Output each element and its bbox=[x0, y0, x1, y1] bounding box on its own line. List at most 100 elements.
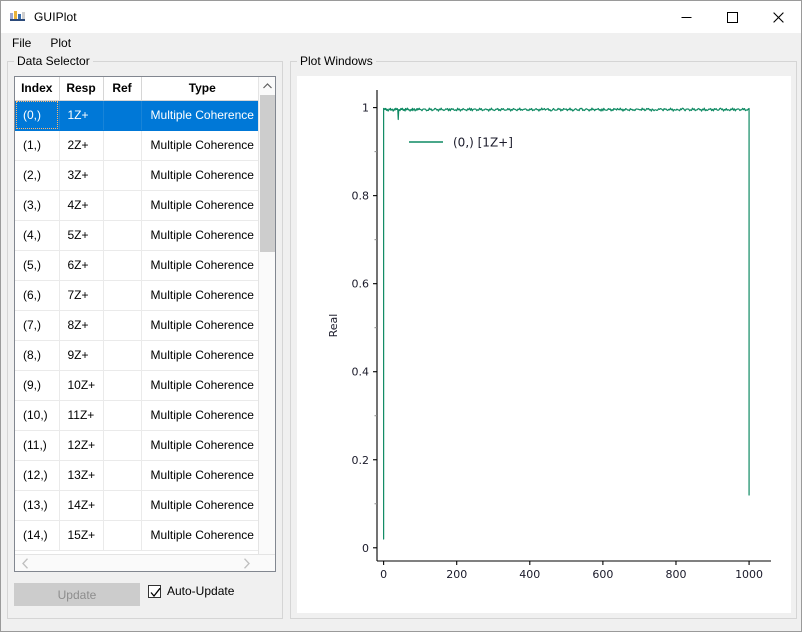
table-header-row: Index Resp Ref Type bbox=[15, 77, 263, 100]
table-vertical-scrollbar[interactable] bbox=[258, 77, 275, 571]
cell-ref[interactable] bbox=[103, 190, 141, 220]
column-header-ref[interactable]: Ref bbox=[103, 77, 141, 100]
cell-type[interactable]: Multiple Coherence bbox=[141, 340, 263, 370]
cell-resp[interactable]: 1Z+ bbox=[59, 100, 103, 130]
maximize-button[interactable] bbox=[709, 1, 755, 33]
cell-index[interactable]: (7,) bbox=[15, 310, 59, 340]
cell-resp[interactable]: 15Z+ bbox=[59, 520, 103, 550]
table-row[interactable]: (7,)8Z+ Multiple Coherence bbox=[15, 310, 263, 340]
cell-index[interactable]: (12,) bbox=[15, 460, 59, 490]
auto-update-checkbox[interactable] bbox=[148, 585, 161, 598]
cell-index[interactable]: (6,) bbox=[15, 280, 59, 310]
cell-resp[interactable]: 4Z+ bbox=[59, 190, 103, 220]
cell-ref[interactable] bbox=[103, 310, 141, 340]
cell-resp[interactable]: 2Z+ bbox=[59, 130, 103, 160]
table-row[interactable]: (4,)5Z+ Multiple Coherence bbox=[15, 220, 263, 250]
cell-index[interactable]: (5,) bbox=[15, 250, 59, 280]
column-header-index[interactable]: Index bbox=[15, 77, 59, 100]
cell-ref[interactable] bbox=[103, 430, 141, 460]
menu-item-file[interactable]: File bbox=[4, 34, 39, 52]
table-row[interactable]: (14,)15Z+ Multiple Coherence bbox=[15, 520, 263, 550]
cell-type[interactable]: Multiple Coherence bbox=[141, 130, 263, 160]
cell-resp[interactable]: 11Z+ bbox=[59, 400, 103, 430]
cell-ref[interactable] bbox=[103, 490, 141, 520]
cell-index[interactable]: (4,) bbox=[15, 220, 59, 250]
column-header-resp[interactable]: Resp bbox=[59, 77, 103, 100]
cell-ref[interactable] bbox=[103, 460, 141, 490]
menu-item-plot[interactable]: Plot bbox=[42, 34, 79, 52]
table-row[interactable]: (3,)4Z+ Multiple Coherence bbox=[15, 190, 263, 220]
cell-index[interactable]: (3,) bbox=[15, 190, 59, 220]
cell-index[interactable]: (10,) bbox=[15, 400, 59, 430]
cell-type[interactable]: Multiple Coherence bbox=[141, 370, 263, 400]
table-row[interactable]: (5,)6Z+ Multiple Coherence bbox=[15, 250, 263, 280]
table-row[interactable]: (8,)9Z+ Multiple Coherence bbox=[15, 340, 263, 370]
cell-ref[interactable] bbox=[103, 520, 141, 550]
cell-index[interactable]: (9,) bbox=[15, 370, 59, 400]
cell-type[interactable]: Multiple Coherence bbox=[141, 490, 263, 520]
data-selector-table: Index Resp Ref Type (0,)1Z+ Multiple Cohe… bbox=[15, 77, 263, 551]
cell-type[interactable]: Multiple Coherence bbox=[141, 520, 263, 550]
cell-index[interactable]: (2,) bbox=[15, 160, 59, 190]
cell-type[interactable]: Multiple Coherence bbox=[141, 220, 263, 250]
cell-ref[interactable] bbox=[103, 280, 141, 310]
table-row[interactable]: (6,)7Z+ Multiple Coherence bbox=[15, 280, 263, 310]
update-button[interactable]: Update bbox=[14, 583, 140, 606]
cell-ref[interactable] bbox=[103, 250, 141, 280]
minimize-button[interactable] bbox=[663, 1, 709, 33]
cell-type[interactable]: Multiple Coherence bbox=[141, 430, 263, 460]
cell-type[interactable]: Multiple Coherence bbox=[141, 100, 263, 130]
table-horizontal-scrollbar[interactable] bbox=[15, 554, 275, 571]
cell-resp[interactable]: 3Z+ bbox=[59, 160, 103, 190]
cell-resp[interactable]: 13Z+ bbox=[59, 460, 103, 490]
cell-type[interactable]: Multiple Coherence bbox=[141, 280, 263, 310]
cell-ref[interactable] bbox=[103, 370, 141, 400]
close-button[interactable] bbox=[755, 1, 801, 33]
x-tick-label: 400 bbox=[519, 568, 540, 581]
cell-resp[interactable]: 12Z+ bbox=[59, 430, 103, 460]
cell-resp[interactable]: 6Z+ bbox=[59, 250, 103, 280]
cell-resp[interactable]: 10Z+ bbox=[59, 370, 103, 400]
scroll-right-icon[interactable] bbox=[238, 555, 255, 572]
cell-ref[interactable] bbox=[103, 340, 141, 370]
cell-ref[interactable] bbox=[103, 160, 141, 190]
cell-ref[interactable] bbox=[103, 100, 141, 130]
cell-resp[interactable]: 14Z+ bbox=[59, 490, 103, 520]
table-row[interactable]: (13,)14Z+ Multiple Coherence bbox=[15, 490, 263, 520]
cell-index[interactable]: (14,) bbox=[15, 520, 59, 550]
cell-index[interactable]: (13,) bbox=[15, 490, 59, 520]
cell-index[interactable]: (8,) bbox=[15, 340, 59, 370]
table-row[interactable]: (9,)10Z+ Multiple Coherence bbox=[15, 370, 263, 400]
y-tick-label: 0.2 bbox=[352, 454, 370, 467]
cell-index[interactable]: (1,) bbox=[15, 130, 59, 160]
plot-canvas[interactable]: 00.20.40.60.8102004006008001000Real(0,) … bbox=[297, 76, 791, 613]
cell-type[interactable]: Multiple Coherence bbox=[141, 190, 263, 220]
cell-resp[interactable]: 9Z+ bbox=[59, 340, 103, 370]
cell-type[interactable]: Multiple Coherence bbox=[141, 250, 263, 280]
cell-type[interactable]: Multiple Coherence bbox=[141, 400, 263, 430]
table-row[interactable]: (12,)13Z+ Multiple Coherence bbox=[15, 460, 263, 490]
scroll-up-icon[interactable] bbox=[259, 77, 276, 94]
cell-index[interactable]: (0,) bbox=[15, 100, 59, 130]
table-row[interactable]: (0,)1Z+ Multiple Coherence bbox=[15, 100, 263, 130]
cell-resp[interactable]: 5Z+ bbox=[59, 220, 103, 250]
column-header-type[interactable]: Type bbox=[141, 77, 263, 100]
cell-ref[interactable] bbox=[103, 400, 141, 430]
cell-ref[interactable] bbox=[103, 130, 141, 160]
scroll-left-icon[interactable] bbox=[17, 555, 34, 572]
cell-type[interactable]: Multiple Coherence bbox=[141, 310, 263, 340]
cell-resp[interactable]: 7Z+ bbox=[59, 280, 103, 310]
table-row[interactable]: (10,)11Z+ Multiple Coherence bbox=[15, 400, 263, 430]
table-row[interactable]: (2,)3Z+ Multiple Coherence bbox=[15, 160, 263, 190]
auto-update-checkbox-wrap[interactable]: Auto-Update bbox=[148, 584, 234, 598]
auto-update-label: Auto-Update bbox=[167, 584, 234, 598]
cell-ref[interactable] bbox=[103, 220, 141, 250]
table-row[interactable]: (1,)2Z+ Multiple Coherence bbox=[15, 130, 263, 160]
coherence-line-chart[interactable]: 00.20.40.60.8102004006008001000Real(0,) … bbox=[297, 76, 791, 613]
cell-type[interactable]: Multiple Coherence bbox=[141, 460, 263, 490]
cell-type[interactable]: Multiple Coherence bbox=[141, 160, 263, 190]
cell-resp[interactable]: 8Z+ bbox=[59, 310, 103, 340]
table-row[interactable]: (11,)12Z+ Multiple Coherence bbox=[15, 430, 263, 460]
cell-index[interactable]: (11,) bbox=[15, 430, 59, 460]
vertical-scroll-thumb[interactable] bbox=[260, 95, 275, 252]
